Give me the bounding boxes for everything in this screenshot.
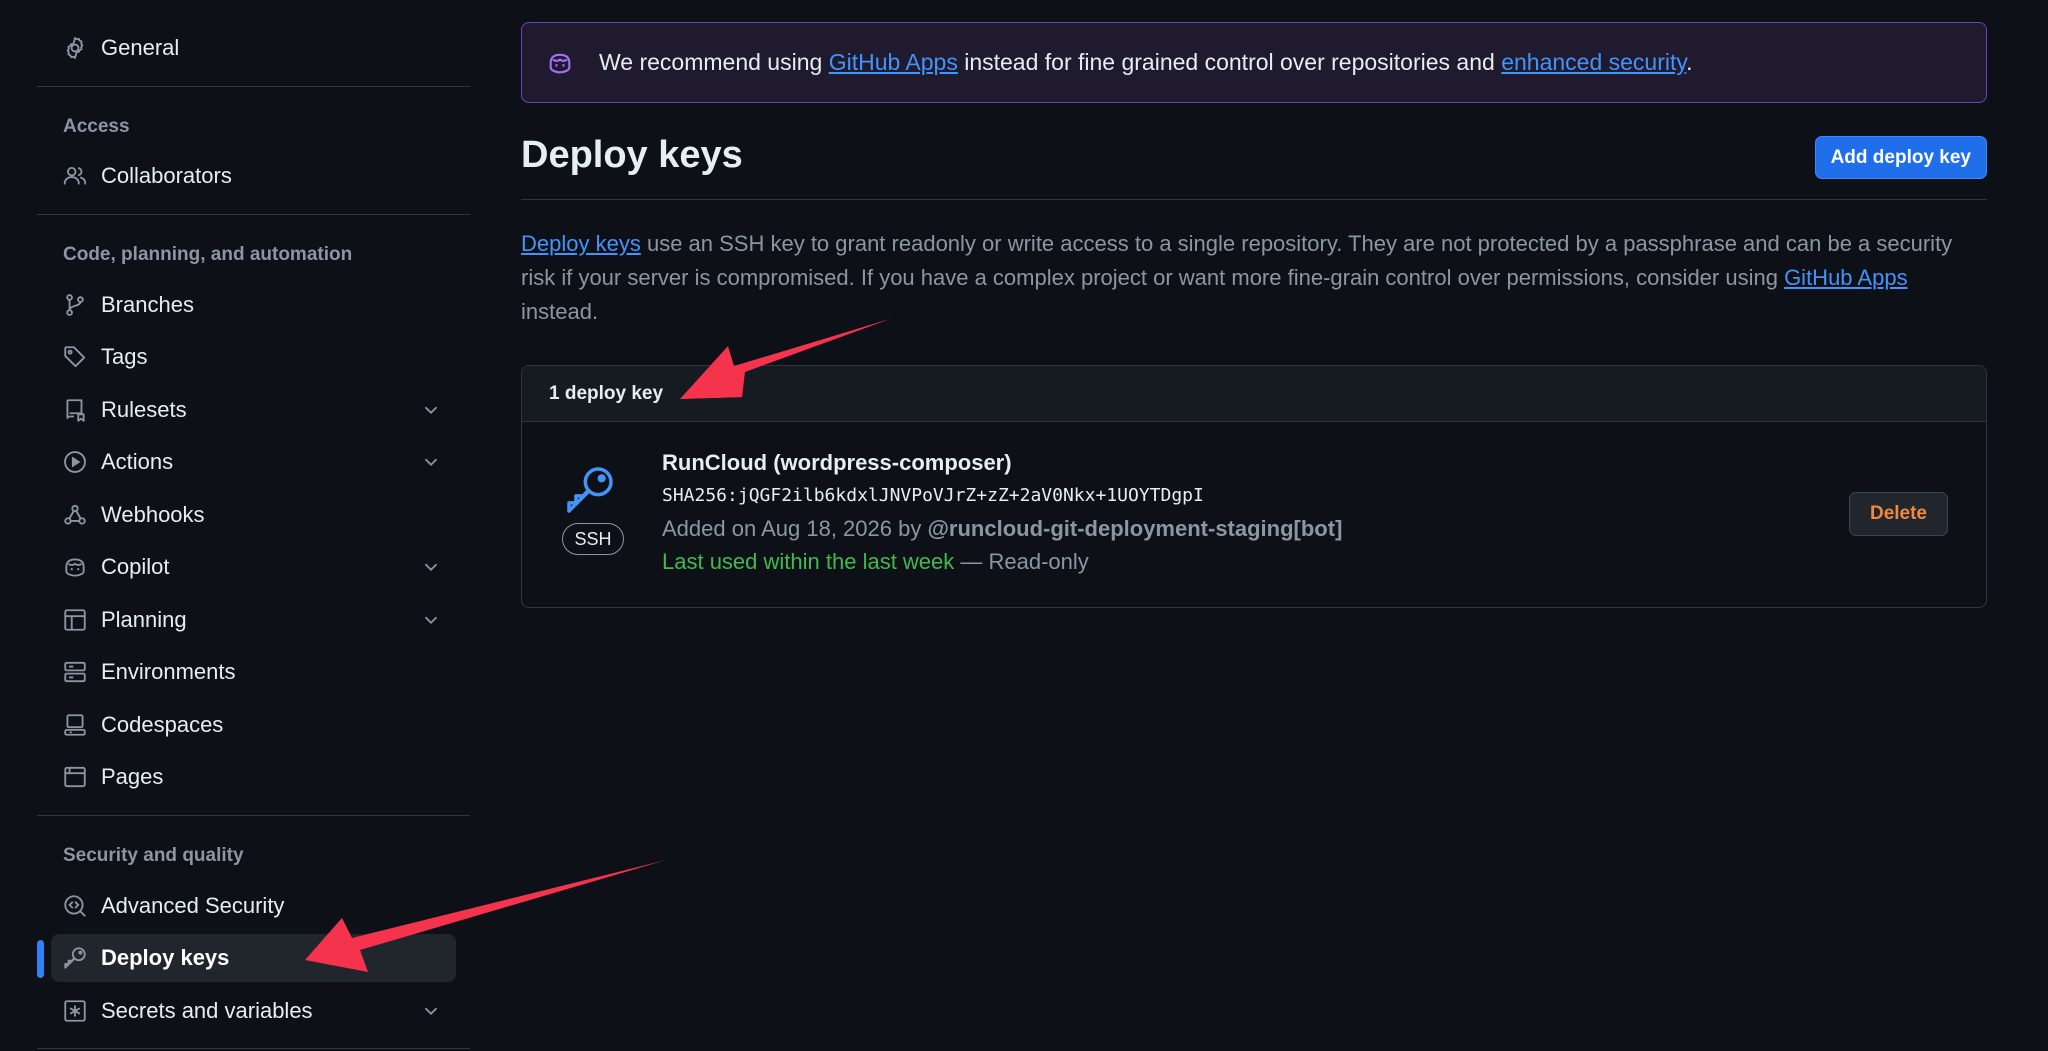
sidebar-item-label: Advanced Security [101, 893, 285, 918]
sidebar-item-planning[interactable]: Planning [51, 596, 456, 644]
github-apps-link[interactable]: GitHub Apps [829, 49, 958, 75]
sidebar-divider [37, 815, 470, 816]
sidebar-item-label: Environments [101, 659, 236, 684]
enhanced-security-link[interactable]: enhanced security [1501, 49, 1686, 75]
sidebar-item-branches[interactable]: Branches [51, 281, 456, 329]
sidebar-item-label: Codespaces [101, 712, 224, 737]
people-icon [62, 163, 88, 189]
sidebar-item-webhooks[interactable]: Webhooks [51, 491, 456, 539]
banner-text: We recommend using GitHub Apps instead f… [599, 49, 1693, 75]
sidebar-item-actions[interactable]: Actions [51, 438, 456, 486]
play-icon [62, 449, 88, 475]
github-apps-banner: We recommend using GitHub Apps instead f… [521, 22, 1987, 103]
sidebar-divider [37, 1048, 470, 1049]
section-heading-security: Security and quality [63, 845, 244, 866]
page-title: Deploy keys [521, 134, 743, 176]
browser-icon [62, 764, 88, 790]
sidebar-item-label: Deploy keys [101, 945, 230, 970]
chevron-down-icon[interactable] [420, 399, 442, 421]
sidebar-item-collaborators[interactable]: Collaborators [51, 152, 456, 200]
sidebar-item-copilot[interactable]: Copilot [51, 543, 456, 591]
key-icon [62, 945, 88, 971]
delete-key-button[interactable]: Delete [1848, 492, 1948, 536]
key-usage-info: Last used within the last week — Read-on… [662, 549, 1089, 575]
add-deploy-key-button[interactable]: Add deploy key [1814, 136, 1987, 179]
chevron-down-icon[interactable] [420, 1000, 442, 1022]
sidebar-divider [37, 86, 470, 87]
sidebar-divider [37, 214, 470, 215]
sidebar-item-codespaces[interactable]: Codespaces [51, 701, 456, 749]
settings-sidebar: General Access Collaborators Code, plann… [37, 0, 470, 1051]
key-title: RunCloud (wordpress-composer) [662, 450, 1012, 475]
sidebar-item-label: Copilot [101, 554, 170, 579]
gear-icon [62, 35, 88, 61]
chevron-down-icon[interactable] [420, 556, 442, 578]
git-branch-icon [62, 292, 88, 318]
deploy-keys-list: 1 deploy key SSH RunCloud (wordpress-com… [521, 365, 1987, 608]
sidebar-item-label: Planning [101, 607, 187, 632]
repo-push-icon [62, 397, 88, 423]
copilot-icon [62, 554, 88, 580]
codescan-icon [62, 893, 88, 919]
sidebar-item-environments[interactable]: Environments [51, 648, 456, 696]
sidebar-item-tags[interactable]: Tags [51, 333, 456, 381]
key-icon [567, 467, 613, 513]
table-icon [62, 607, 88, 633]
main-content: We recommend using GitHub Apps instead f… [521, 0, 1987, 1051]
chevron-down-icon[interactable] [420, 609, 442, 631]
codespaces-icon [62, 712, 88, 738]
title-divider [521, 199, 1987, 200]
key-added-info: Added on Aug 18, 2026 by @runcloud-git-d… [662, 516, 1343, 541]
sidebar-item-deploy-keys[interactable]: Deploy keys [51, 934, 456, 982]
sidebar-item-label: Collaborators [101, 163, 232, 188]
sidebar-item-label: Pages [101, 764, 164, 789]
chevron-down-icon[interactable] [420, 451, 442, 473]
ssh-badge: SSH [562, 523, 624, 555]
section-heading-code: Code, planning, and automation [63, 244, 353, 265]
asterisk-icon [62, 998, 88, 1024]
list-item: SSH RunCloud (wordpress-composer) SHA256… [522, 422, 1986, 607]
access-level: — Read-only [954, 549, 1089, 574]
sidebar-item-label: Rulesets [101, 397, 187, 422]
sidebar-item-pages[interactable]: Pages [51, 753, 456, 801]
sidebar-item-label: General [101, 35, 180, 60]
github-apps-link[interactable]: GitHub Apps [1784, 265, 1908, 290]
tag-icon [62, 344, 88, 370]
sidebar-item-rulesets[interactable]: Rulesets [51, 386, 456, 434]
added-by-user: @runcloud-git-deployment-staging[bot] [927, 516, 1343, 541]
deploy-keys-description: Deploy keys use an SSH key to grant read… [521, 231, 1953, 324]
sidebar-item-advanced-security[interactable]: Advanced Security [51, 882, 456, 930]
sidebar-item-label: Actions [101, 449, 174, 474]
key-fingerprint: SHA256:jQGF2ilb6kdxlJNVPoVJrZ+zZ+2aV0Nkx… [662, 485, 1204, 506]
server-icon [62, 659, 88, 685]
sidebar-item-label: Webhooks [101, 502, 205, 527]
last-used-status: Last used within the last week [662, 549, 955, 574]
copilot-icon [546, 49, 574, 77]
deploy-key-count: 1 deploy key [522, 366, 1986, 422]
active-indicator [37, 940, 44, 978]
sidebar-item-secrets[interactable]: Secrets and variables [51, 987, 456, 1035]
section-heading-access: Access [63, 116, 130, 137]
sidebar-item-label: Tags [101, 344, 148, 369]
sidebar-item-label: Secrets and variables [101, 998, 313, 1023]
sidebar-item-general[interactable]: General [51, 24, 456, 72]
webhook-icon [62, 502, 88, 528]
sidebar-item-label: Branches [101, 292, 194, 317]
deploy-keys-docs-link[interactable]: Deploy keys [521, 231, 641, 256]
